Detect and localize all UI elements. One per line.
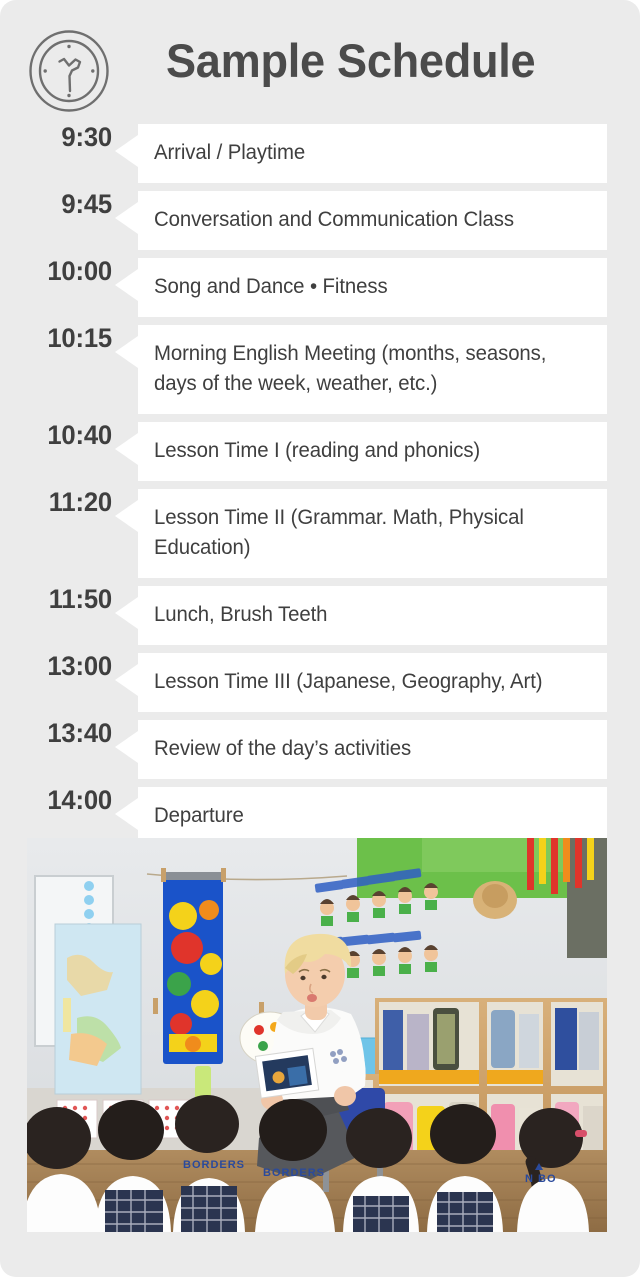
- schedule-row: 11:20 Lesson Time II (Grammar. Math, Phy…: [0, 489, 640, 578]
- row-activity: Lesson Time III (Japanese, Geography, Ar…: [154, 670, 543, 693]
- row-time: 10:15: [47, 323, 112, 353]
- arrow-notch-icon: [115, 500, 138, 532]
- row-box: Song and Dance • Fitness: [115, 258, 607, 317]
- arrow-notch-icon: [115, 269, 138, 301]
- svg-text:BORDERS: BORDERS: [183, 1159, 245, 1171]
- classroom-photo-image: We Co: [27, 838, 607, 1232]
- arrow-notch-icon: [115, 798, 138, 830]
- row-time: 11:50: [48, 584, 112, 614]
- row-activity: Morning English Meeting (months, seasons…: [154, 342, 547, 395]
- row-activity: Lunch, Brush Teeth: [154, 603, 328, 626]
- row-time: 9:45: [61, 189, 112, 219]
- arrow-notch-icon: [115, 731, 138, 763]
- row-box: Lesson Time III (Japanese, Geography, Ar…: [115, 653, 607, 712]
- arrow-notch-icon: [115, 433, 138, 465]
- schedule-row: 11:50 Lunch, Brush Teeth: [0, 586, 640, 645]
- row-box: Lesson Time II (Grammar. Math, Physical …: [115, 489, 607, 578]
- schedule-row: 9:45 Conversation and Communication Clas…: [0, 191, 640, 250]
- row-activity: Song and Dance • Fitness: [154, 275, 388, 298]
- row-time: 14:00: [47, 785, 112, 815]
- arrow-notch-icon: [115, 597, 138, 629]
- row-activity: Departure: [154, 804, 244, 827]
- row-activity: Conversation and Communication Class: [154, 208, 514, 231]
- row-time: 9:30: [61, 122, 112, 152]
- header: Sample Schedule: [0, 0, 640, 124]
- row-box: Morning English Meeting (months, seasons…: [115, 325, 607, 414]
- schedule-list: 9:30 Arrival / Playtime 9:45 Conversatio…: [0, 124, 640, 854]
- row-time: 10:00: [47, 256, 112, 286]
- classroom-photo: We Co: [27, 838, 607, 1232]
- schedule-card: Sample Schedule 9:30 Arrival / Playtime …: [0, 0, 640, 1277]
- row-box: Lunch, Brush Teeth: [115, 586, 607, 645]
- row-box: Arrival / Playtime: [115, 124, 607, 183]
- row-activity: Review of the day’s activities: [154, 737, 412, 760]
- svg-text:N BO: N BO: [525, 1173, 557, 1185]
- row-activity: Lesson Time II (Grammar. Math, Physical …: [154, 506, 524, 559]
- row-box: Conversation and Communication Class: [115, 191, 607, 250]
- arrow-notch-icon: [115, 135, 138, 167]
- clock-icon: [28, 29, 110, 113]
- row-activity: Lesson Time I (reading and phonics): [154, 439, 481, 462]
- row-time: 13:40: [47, 718, 112, 748]
- schedule-row: 13:40 Review of the day’s activities: [0, 720, 640, 779]
- schedule-row: 13:00 Lesson Time III (Japanese, Geograp…: [0, 653, 640, 712]
- row-box: Lesson Time I (reading and phonics): [115, 422, 607, 481]
- page-title: Sample Schedule: [166, 34, 536, 87]
- arrow-notch-icon: [115, 664, 138, 696]
- schedule-row: 9:30 Arrival / Playtime: [0, 124, 640, 183]
- arrow-notch-icon: [115, 336, 138, 368]
- svg-text:BORDERS: BORDERS: [263, 1167, 325, 1179]
- row-time: 13:00: [47, 651, 112, 681]
- arrow-notch-icon: [115, 202, 138, 234]
- schedule-row: 10:40 Lesson Time I (reading and phonics…: [0, 422, 640, 481]
- row-time: 11:20: [48, 487, 112, 517]
- row-box: Review of the day’s activities: [115, 720, 607, 779]
- row-time: 10:40: [47, 420, 112, 450]
- schedule-row: 10:15 Morning English Meeting (months, s…: [0, 325, 640, 414]
- schedule-row: 10:00 Song and Dance • Fitness: [0, 258, 640, 317]
- row-activity: Arrival / Playtime: [154, 141, 306, 164]
